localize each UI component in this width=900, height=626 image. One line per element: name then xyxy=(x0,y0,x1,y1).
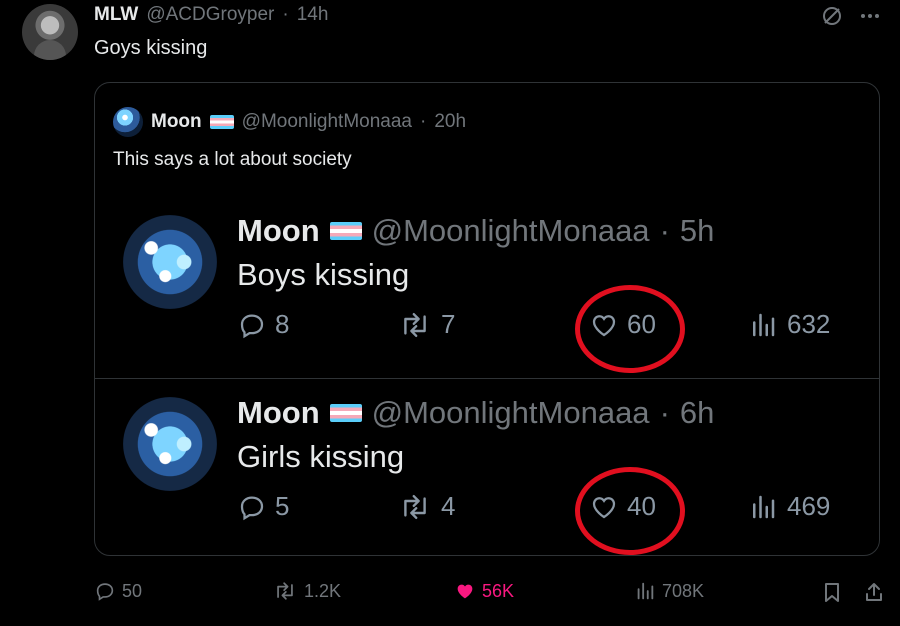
heart-icon xyxy=(457,584,473,599)
views-icon xyxy=(637,582,654,600)
views-count: 632 xyxy=(787,309,831,339)
reply-icon xyxy=(240,313,264,338)
embedded-post-1[interactable]: Moon @MoonlightMonaaa · 5h Boys kissing … xyxy=(95,197,879,379)
embedded-text: Girls kissing xyxy=(237,439,405,474)
reply-icon xyxy=(240,495,264,520)
post-right-actions xyxy=(820,580,886,609)
embedded-separator: · xyxy=(659,395,670,430)
quote-time[interactable]: 20h xyxy=(434,111,466,133)
views-button[interactable]: 632 xyxy=(747,309,830,340)
post-text: Goys kissing xyxy=(94,37,208,59)
share-icon[interactable] xyxy=(862,580,886,609)
post-time[interactable]: 14h xyxy=(297,4,329,26)
retweet-count: 1.2K xyxy=(304,580,342,601)
embedded-avatar[interactable] xyxy=(123,215,217,309)
post-actions: 50 1.2K 56K 708K xyxy=(94,580,886,610)
trans-flag-icon xyxy=(329,222,362,240)
reply-count: 50 xyxy=(122,580,143,601)
reply-icon xyxy=(96,583,114,601)
main-avatar[interactable] xyxy=(22,4,78,60)
views-count: 469 xyxy=(787,491,831,521)
views-icon xyxy=(753,495,775,518)
views-count: 708K xyxy=(662,580,705,601)
embedded-author-name[interactable]: Moon xyxy=(237,213,320,249)
embedded-metrics: 5 4 40 469 xyxy=(237,467,847,555)
retweet-count: 7 xyxy=(441,309,456,339)
separator: · xyxy=(282,4,289,25)
views-button[interactable]: 469 xyxy=(747,491,830,522)
retweet-icon xyxy=(404,312,426,337)
quote-avatar[interactable] xyxy=(113,107,143,137)
more-icon[interactable] xyxy=(858,4,882,28)
post-header: MLW @ACDGroyper · 14h xyxy=(94,4,328,26)
annotation-circle xyxy=(575,285,685,373)
grok-icon[interactable] xyxy=(820,4,844,28)
reply-button[interactable]: 5 xyxy=(237,491,289,522)
embedded-avatar[interactable] xyxy=(123,397,217,491)
reply-button[interactable]: 50 xyxy=(94,580,142,602)
views-button[interactable]: 708K xyxy=(634,580,704,602)
embedded-post-2[interactable]: Moon @MoonlightMonaaa · 6h Girls kissing… xyxy=(95,379,879,555)
embedded-author-handle[interactable]: @MoonlightMonaaa xyxy=(372,213,650,249)
post-top-icons xyxy=(820,4,882,28)
quote-author-handle[interactable]: @MoonlightMonaaa xyxy=(242,111,412,133)
reply-count: 5 xyxy=(275,491,290,521)
quote-separator: · xyxy=(420,111,427,132)
quote-header: Moon @MoonlightMonaaa · 20h xyxy=(113,107,466,137)
author-name[interactable]: MLW xyxy=(94,4,138,26)
trans-flag-icon xyxy=(329,404,362,422)
quoted-post-card[interactable]: Moon @MoonlightMonaaa · 20h This says a … xyxy=(94,82,880,556)
retweet-button[interactable]: 7 xyxy=(397,309,455,340)
quote-author-name[interactable]: Moon xyxy=(151,111,202,133)
like-count: 56K xyxy=(482,580,515,601)
embedded-text: Boys kissing xyxy=(237,257,410,292)
reply-button[interactable]: 8 xyxy=(237,309,289,340)
embedded-author-name[interactable]: Moon xyxy=(237,395,320,431)
retweet-button[interactable]: 4 xyxy=(397,491,455,522)
annotation-circle xyxy=(575,467,685,555)
retweet-button[interactable]: 1.2K xyxy=(272,580,341,602)
views-icon xyxy=(753,313,775,336)
embedded-header: Moon @MoonlightMonaaa · 6h xyxy=(237,395,714,431)
author-handle[interactable]: @ACDGroyper xyxy=(146,4,274,26)
bookmark-icon[interactable] xyxy=(820,580,844,609)
embedded-separator: · xyxy=(659,213,670,248)
trans-flag-icon xyxy=(209,115,234,129)
retweet-icon xyxy=(404,494,426,519)
quote-text: This says a lot about society xyxy=(113,149,352,170)
retweet-icon xyxy=(277,582,293,600)
embedded-author-handle[interactable]: @MoonlightMonaaa xyxy=(372,395,650,431)
embedded-time[interactable]: 6h xyxy=(680,395,714,431)
embedded-time[interactable]: 5h xyxy=(680,213,714,249)
embedded-header: Moon @MoonlightMonaaa · 5h xyxy=(237,213,714,249)
embedded-metrics: 8 7 60 632 xyxy=(237,285,847,373)
like-button[interactable]: 56K xyxy=(454,580,514,602)
retweet-count: 4 xyxy=(441,491,456,521)
reply-count: 8 xyxy=(275,309,290,339)
